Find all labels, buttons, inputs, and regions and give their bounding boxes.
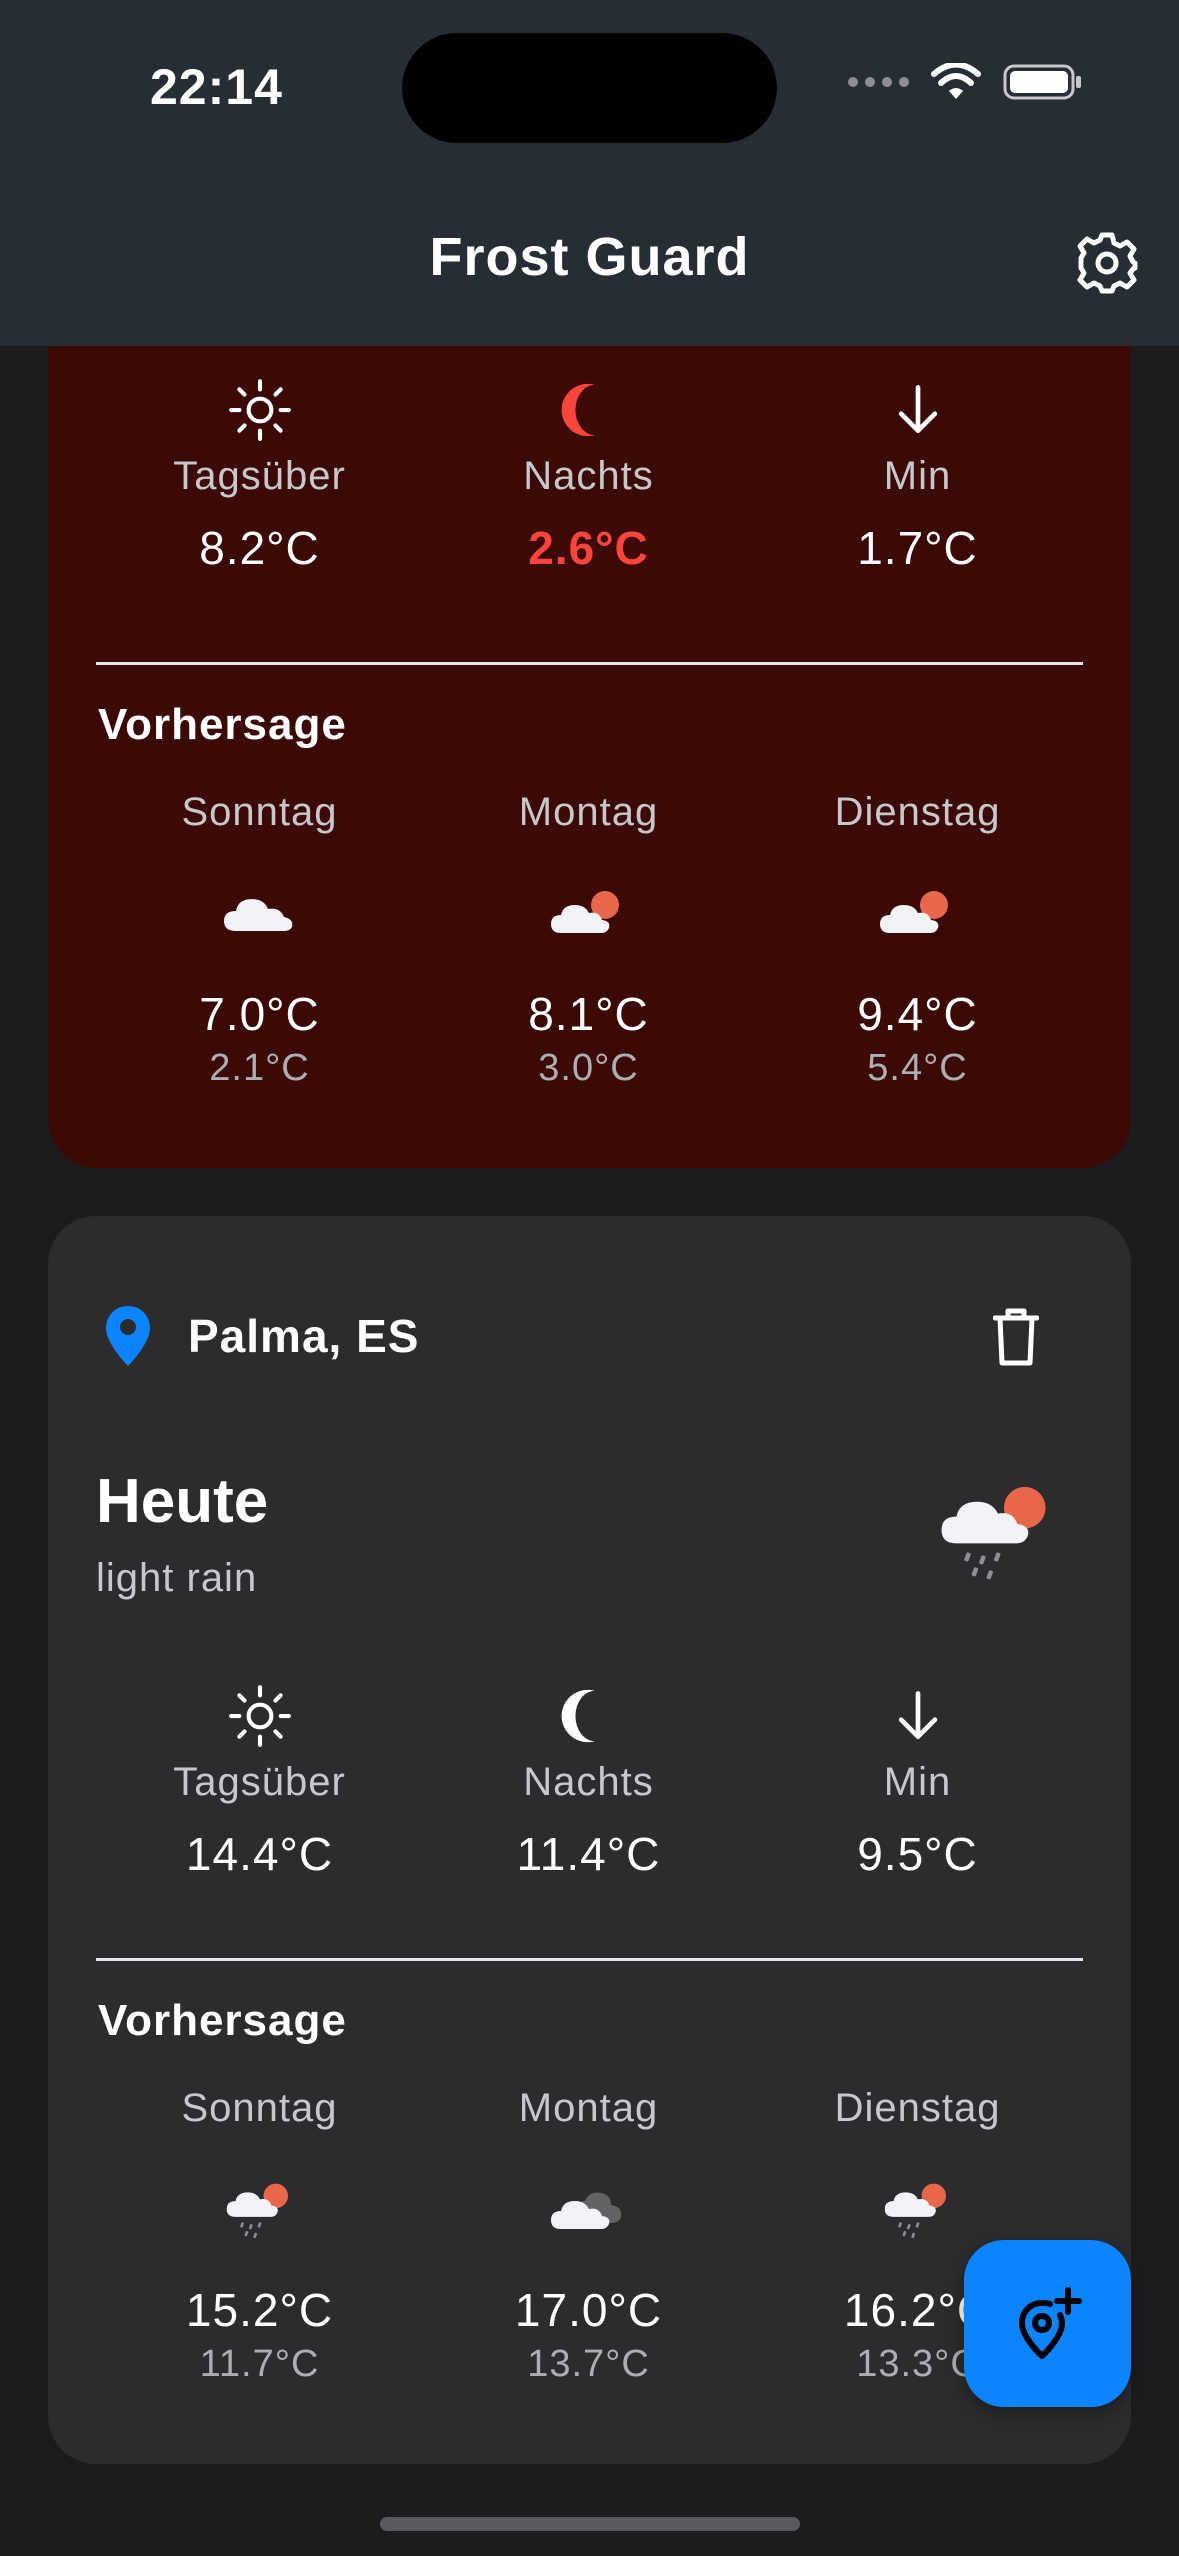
light-rain-icon	[883, 2178, 953, 2240]
location-pin-icon	[106, 1306, 150, 1366]
forecast-high: 7.0°C	[199, 988, 320, 1040]
wifi-icon	[931, 63, 981, 99]
add-location-button[interactable]	[964, 2240, 1131, 2407]
moon-icon	[558, 1685, 620, 1747]
metric-value: 8.2°C	[199, 522, 320, 574]
forecast-day: Montag 17.0°C 13.7°C	[424, 2086, 753, 2386]
forecast-day-label: Sonntag	[181, 790, 338, 834]
partly-cloudy-icon	[878, 883, 958, 943]
metric-value: 11.4°C	[516, 1828, 661, 1880]
today-metrics: Tagsüber 14.4°C Nachts 11.4°C Min 9.5°C	[48, 1676, 1131, 1881]
forecast-row: Sonntag 7.0°C 2.1°C Montag 8.1°C 3.0°C D…	[48, 790, 1131, 1090]
forecast-low: 3.0°C	[538, 1047, 639, 1089]
metric-value: 1.7°C	[857, 522, 978, 574]
forecast-day-label: Montag	[518, 790, 659, 834]
location-card-frost: Tagsüber 8.2°C Nachts 2.6°C Min 1.7°C Vo…	[48, 240, 1131, 1168]
light-rain-icon	[938, 1478, 1058, 1582]
divider	[96, 1958, 1083, 1961]
add-location-icon	[1018, 2286, 1082, 2359]
divider	[96, 662, 1083, 665]
metric-label: Min	[883, 1760, 952, 1804]
today-label: Heute	[96, 1467, 269, 1536]
forecast-high: 9.4°C	[857, 988, 978, 1040]
trash-icon	[993, 1308, 1039, 1366]
location-header: Palma, ES	[104, 1304, 419, 1368]
forecast-day-label: Dienstag	[834, 790, 1001, 834]
app-header: 22:14 Frost Guard	[0, 0, 1179, 346]
settings-button[interactable]	[1070, 226, 1144, 300]
sun-icon	[227, 377, 293, 443]
metric-min: Min 1.7°C	[753, 370, 1082, 575]
location-name: Palma, ES	[188, 1310, 420, 1362]
status-time: 22:14	[150, 59, 283, 115]
forecast-high: 15.2°C	[185, 2284, 334, 2336]
forecast-day-label: Dienstag	[834, 2086, 1001, 2130]
forecast-day: Sonntag 15.2°C 11.7°C	[95, 2086, 424, 2386]
metric-value-alert: 2.6°C	[528, 522, 649, 574]
forecast-high: 8.1°C	[528, 988, 649, 1040]
dynamic-island	[402, 33, 777, 143]
forecast-low: 2.1°C	[209, 1047, 310, 1089]
metric-day: Tagsüber 14.4°C	[95, 1676, 424, 1881]
home-indicator	[380, 2517, 800, 2531]
partly-cloudy-icon	[549, 883, 629, 943]
weather-description: light rain	[96, 1556, 258, 1600]
battery-icon	[1003, 64, 1081, 100]
forecast-day-label: Montag	[518, 2086, 659, 2130]
moon-icon	[558, 379, 620, 441]
arrow-down-icon	[888, 1686, 948, 1746]
gear-icon	[1077, 232, 1138, 294]
sun-icon	[227, 1683, 293, 1749]
cloud-icon	[220, 883, 300, 943]
metric-day: Tagsüber 8.2°C	[95, 370, 424, 575]
forecast-day: Sonntag 7.0°C 2.1°C	[95, 790, 424, 1090]
forecast-low: 13.7°C	[527, 2343, 650, 2385]
metric-night: Nachts 11.4°C	[424, 1676, 753, 1881]
metric-night: Nachts 2.6°C	[424, 370, 753, 575]
metric-label: Nachts	[523, 1760, 654, 1804]
metric-label: Tagsüber	[173, 1760, 346, 1804]
cellular-signal-icon	[848, 77, 909, 87]
light-rain-icon	[225, 2178, 295, 2240]
metric-label: Tagsüber	[173, 454, 346, 498]
forecast-high: 17.0°C	[514, 2284, 663, 2336]
metric-label: Min	[883, 454, 952, 498]
forecast-title: Vorhersage	[98, 700, 347, 749]
forecast-day: Montag 8.1°C 3.0°C	[424, 790, 753, 1090]
delete-location-button[interactable]	[976, 1292, 1056, 1382]
forecast-low: 5.4°C	[867, 1047, 968, 1089]
forecast-title: Vorhersage	[98, 1996, 347, 2045]
app-title: Frost Guard	[429, 227, 750, 287]
metric-min: Min 9.5°C	[753, 1676, 1082, 1881]
metric-value: 9.5°C	[857, 1828, 978, 1880]
overcast-icon	[549, 2179, 629, 2239]
forecast-day: Dienstag 9.4°C 5.4°C	[753, 790, 1082, 1090]
forecast-low: 11.7°C	[199, 2343, 320, 2385]
arrow-down-icon	[888, 380, 948, 440]
status-icons	[848, 62, 1083, 102]
metric-label: Nachts	[523, 454, 654, 498]
metric-value: 14.4°C	[185, 1828, 334, 1880]
today-metrics: Tagsüber 8.2°C Nachts 2.6°C Min 1.7°C	[48, 370, 1131, 575]
forecast-day-label: Sonntag	[181, 2086, 338, 2130]
